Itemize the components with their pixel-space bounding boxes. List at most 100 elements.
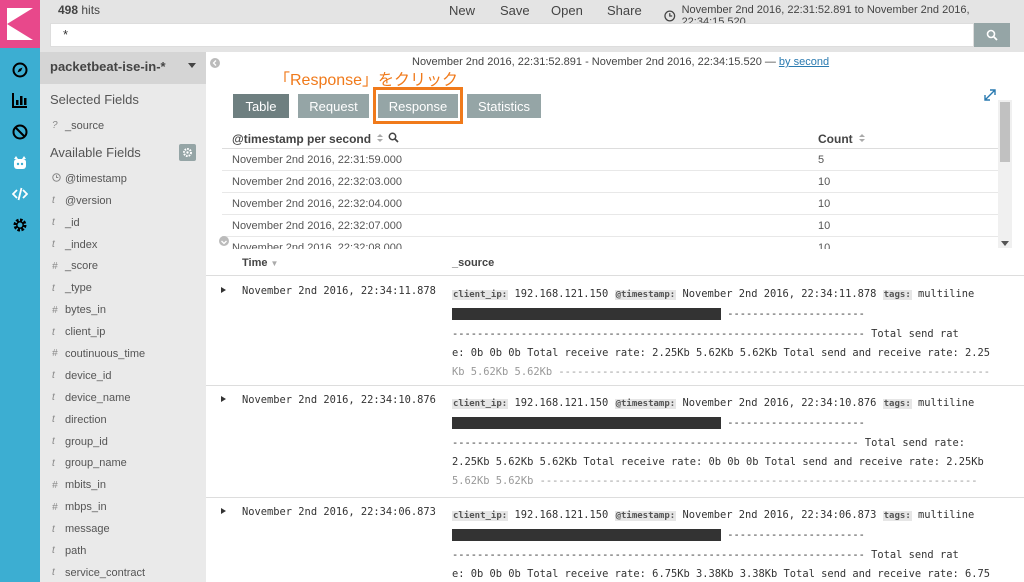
field-item[interactable]: # mbits_in: [40, 474, 206, 496]
expand-row-icon[interactable]: [221, 287, 226, 293]
dashboard-icon[interactable]: [10, 122, 30, 142]
field-name: device_id: [65, 369, 112, 382]
dev-tools-icon[interactable]: [10, 184, 30, 204]
expand-icon[interactable]: [984, 89, 996, 101]
scroll-thumb[interactable]: [1000, 102, 1010, 162]
table-row: November 2nd 2016, 22:32:07.000 10: [222, 215, 998, 237]
redacted-block: [452, 417, 721, 430]
index-pattern-selector[interactable]: packetbeat-ise-in-*: [40, 52, 206, 84]
field-name: message: [65, 523, 110, 536]
save-button[interactable]: Save: [500, 3, 530, 18]
col-time-header[interactable]: Time ▼: [242, 257, 278, 269]
field-settings-button[interactable]: [179, 143, 196, 161]
field-name: group_id: [65, 435, 108, 448]
magnify-icon[interactable]: [388, 132, 399, 143]
count-cell: 10: [818, 175, 831, 188]
field-item[interactable]: @timestamp: [40, 168, 206, 190]
doc-time: November 2nd 2016, 22:34:10.876: [242, 394, 436, 406]
expand-row-icon[interactable]: [221, 508, 226, 514]
field-item[interactable]: ? _source: [40, 115, 206, 137]
field-type-icon: t: [52, 457, 55, 469]
bar-chart-icon[interactable]: [10, 90, 30, 110]
field-sidebar: packetbeat-ise-in-* Selected Fields ? _so…: [40, 52, 206, 582]
field-item[interactable]: t device_name: [40, 387, 206, 409]
field-item[interactable]: t group_id: [40, 431, 206, 453]
tab-statistics[interactable]: Statistics: [467, 94, 541, 118]
field-item[interactable]: # _score: [40, 255, 206, 277]
count-cell: 5: [818, 153, 825, 166]
source-line: client_ip: 192.168.121.150 @timestamp: N…: [452, 397, 975, 409]
search-input[interactable]: *: [50, 23, 974, 47]
selected-fields-title: Selected Fields: [50, 92, 139, 107]
search-button[interactable]: [974, 23, 1010, 47]
field-item[interactable]: # bytes_in: [40, 299, 206, 321]
field-item[interactable]: t _id: [40, 212, 206, 234]
table-row: November 2nd 2016, 22:32:04.000 10: [222, 193, 998, 215]
interval-link[interactable]: by second: [779, 56, 829, 68]
field-name: _source: [65, 119, 105, 132]
source-line: ----------------------: [452, 414, 1000, 433]
source-line: ----------------------------------------…: [452, 436, 965, 449]
field-item[interactable]: t service_contract: [40, 562, 206, 582]
open-button[interactable]: Open: [551, 3, 583, 18]
field-item[interactable]: t _index: [40, 234, 206, 256]
field-item[interactable]: t group_name: [40, 452, 206, 474]
source-line: 5.62Kb 5.62Kb --------------------------…: [452, 475, 978, 488]
field-item[interactable]: # coutinuous_time: [40, 343, 206, 365]
doc-time: November 2nd 2016, 22:34:11.878: [242, 285, 436, 297]
document-row: November 2nd 2016, 22:34:10.876 client_ip…: [206, 386, 1024, 498]
agg-table-scrollbar[interactable]: [998, 100, 1012, 248]
sort-icon[interactable]: [376, 133, 384, 143]
timestamp-cell: November 2nd 2016, 22:32:07.000: [232, 219, 403, 232]
field-name: _type: [65, 282, 92, 295]
share-button[interactable]: Share: [607, 3, 642, 18]
table-row: November 2nd 2016, 22:31:59.000 5: [222, 149, 998, 171]
field-item[interactable]: t path: [40, 540, 206, 562]
field-name: _id: [65, 216, 80, 229]
field-type-icon: t: [52, 326, 55, 338]
sort-icon[interactable]: [858, 133, 866, 143]
annotation-highlight: [373, 87, 463, 124]
source-line: e: 0b 0b 0b Total receive rate: 2.25Kb 5…: [452, 346, 990, 359]
count-cell: 10: [818, 241, 831, 250]
field-type-icon: #: [52, 348, 58, 360]
new-button[interactable]: New: [449, 3, 475, 18]
col-source-header: _source: [452, 257, 495, 269]
docs-table-header: Time ▼ _source: [206, 252, 1024, 276]
field-name: client_ip: [65, 326, 106, 339]
tab-request[interactable]: Request: [298, 94, 369, 118]
field-item[interactable]: t client_ip: [40, 321, 206, 343]
field-name: path: [65, 544, 87, 557]
timelion-icon[interactable]: [10, 153, 30, 173]
aggregation-table: @timestamp per second Count November 2nd…: [222, 129, 998, 249]
col-count-header[interactable]: Count: [818, 132, 998, 146]
col-timestamp-header[interactable]: @timestamp per second: [222, 132, 818, 146]
doc-source: client_ip: 192.168.121.150 @timestamp: N…: [452, 285, 1000, 382]
field-item[interactable]: t @version: [40, 190, 206, 212]
doc-source: client_ip: 192.168.121.150 @timestamp: N…: [452, 506, 1000, 582]
viz-time-range: November 2nd 2016, 22:31:52.891 - Novemb…: [412, 56, 830, 68]
field-item[interactable]: t _type: [40, 277, 206, 299]
field-item[interactable]: t direction: [40, 409, 206, 431]
field-type-icon: t: [52, 523, 55, 535]
tab-table[interactable]: Table: [233, 94, 289, 118]
compass-icon[interactable]: [10, 60, 30, 80]
timestamp-cell: November 2nd 2016, 22:32:08.000: [232, 241, 403, 250]
field-type-icon: t: [52, 567, 55, 579]
source-line: client_ip: 192.168.121.150 @timestamp: N…: [452, 288, 975, 300]
scroll-down-icon[interactable]: [1001, 241, 1009, 246]
field-type-icon: #: [52, 501, 58, 513]
field-item[interactable]: t message: [40, 518, 206, 540]
field-item[interactable]: # mbps_in: [40, 496, 206, 518]
document-row: November 2nd 2016, 22:34:11.878 client_ip…: [206, 277, 1024, 386]
collapse-chart-button[interactable]: [219, 236, 229, 246]
kibana-logo[interactable]: [0, 0, 40, 48]
collapse-sidebar-button[interactable]: [210, 58, 220, 68]
field-type-icon: t: [52, 436, 55, 448]
field-name: bytes_in: [65, 304, 106, 317]
expand-row-icon[interactable]: [221, 396, 226, 402]
doc-time: November 2nd 2016, 22:34:06.873: [242, 506, 436, 518]
available-fields-title: Available Fields: [40, 137, 206, 168]
gear-icon[interactable]: [10, 215, 30, 235]
field-item[interactable]: t device_id: [40, 365, 206, 387]
